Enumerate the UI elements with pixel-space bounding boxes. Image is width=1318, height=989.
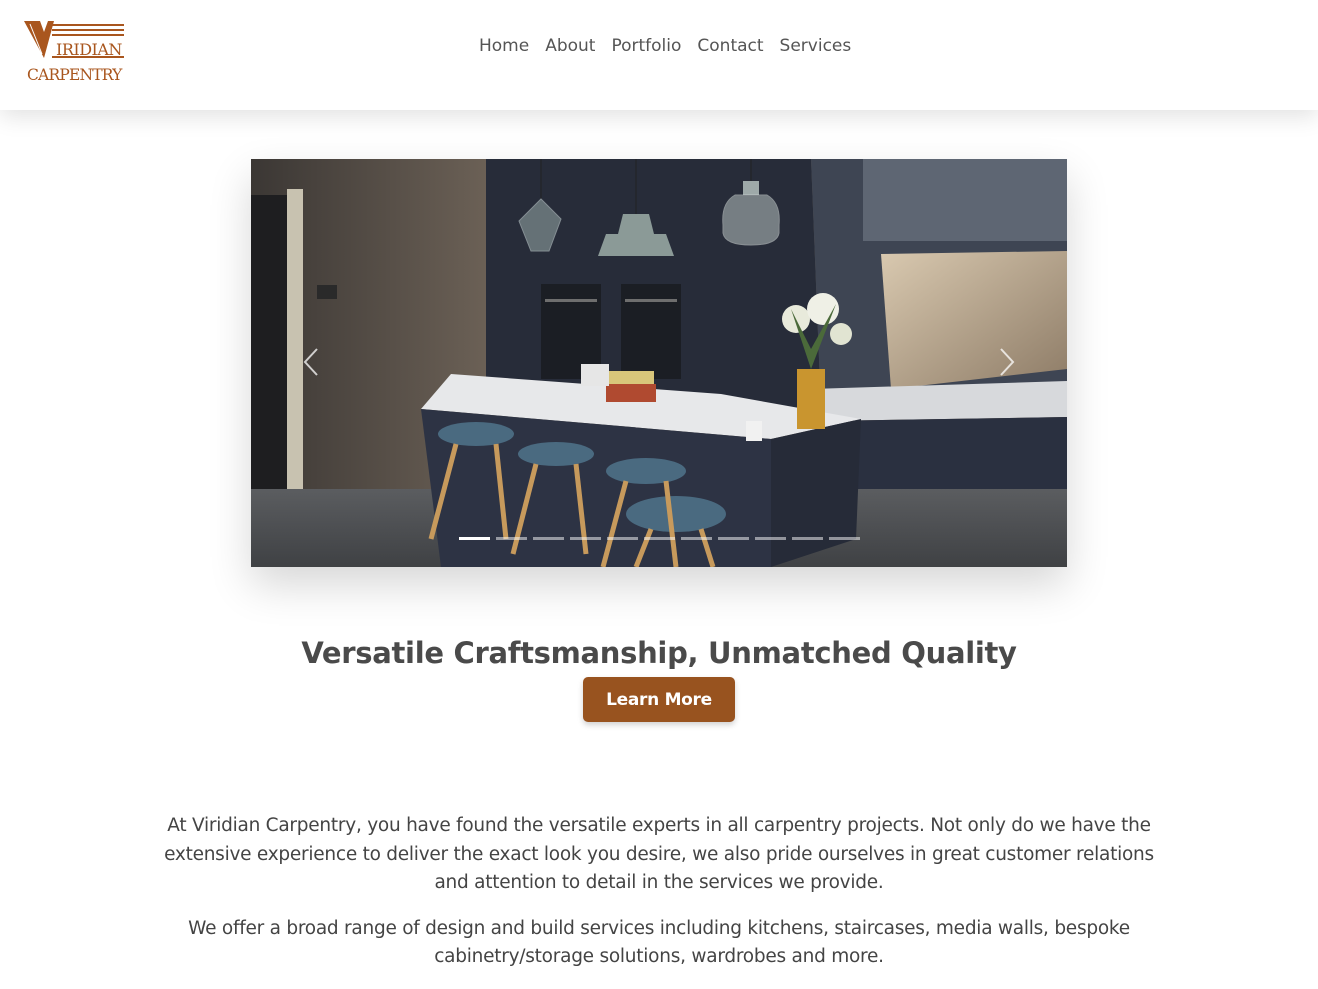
nav-contact[interactable]: Contact [689, 34, 771, 58]
intro-section: At Viridian Carpentry, you have found th… [160, 812, 1158, 989]
carousel-indicator[interactable] [607, 537, 638, 540]
carousel-indicator[interactable] [792, 537, 823, 540]
carousel-prev-button[interactable] [301, 347, 323, 377]
carousel-indicator[interactable] [570, 537, 601, 540]
carousel-indicator[interactable] [829, 537, 860, 540]
carousel-next-button[interactable] [995, 347, 1017, 377]
learn-more-button[interactable]: Learn More [583, 677, 735, 722]
main-nav: Home About Portfolio Contact Services [471, 34, 859, 58]
logo-text-bottom: CARPENTRY [27, 66, 122, 84]
site-header: IRIDIAN CARPENTRY Home About Portfolio C… [0, 0, 1318, 110]
nav-home[interactable]: Home [471, 34, 537, 58]
kitchen-photo [251, 159, 1067, 567]
carousel-indicator[interactable] [681, 537, 712, 540]
intro-paragraph: At Viridian Carpentry, you have found th… [164, 815, 1154, 893]
chevron-right-icon [1000, 348, 1015, 376]
nav-portfolio[interactable]: Portfolio [603, 34, 689, 58]
hero-headline: Versatile Craftsmanship, Unmatched Quali… [301, 636, 1017, 671]
chevron-left-icon [303, 348, 318, 376]
image-carousel[interactable] [251, 159, 1067, 567]
intro-paragraph: We offer a broad range of design and bui… [188, 917, 1130, 968]
carousel-indicator[interactable] [496, 537, 527, 540]
nav-services[interactable]: Services [772, 34, 860, 58]
carousel-indicator[interactable] [718, 537, 749, 540]
carousel-indicator[interactable] [755, 537, 786, 540]
logo[interactable]: IRIDIAN CARPENTRY [24, 18, 128, 86]
carousel-indicator[interactable] [459, 537, 490, 540]
carousel-indicator[interactable] [533, 537, 564, 540]
nav-about[interactable]: About [537, 34, 603, 58]
carousel-indicator[interactable] [644, 537, 675, 540]
logo-text-top: IRIDIAN [56, 40, 122, 59]
carousel-indicators [459, 537, 860, 540]
